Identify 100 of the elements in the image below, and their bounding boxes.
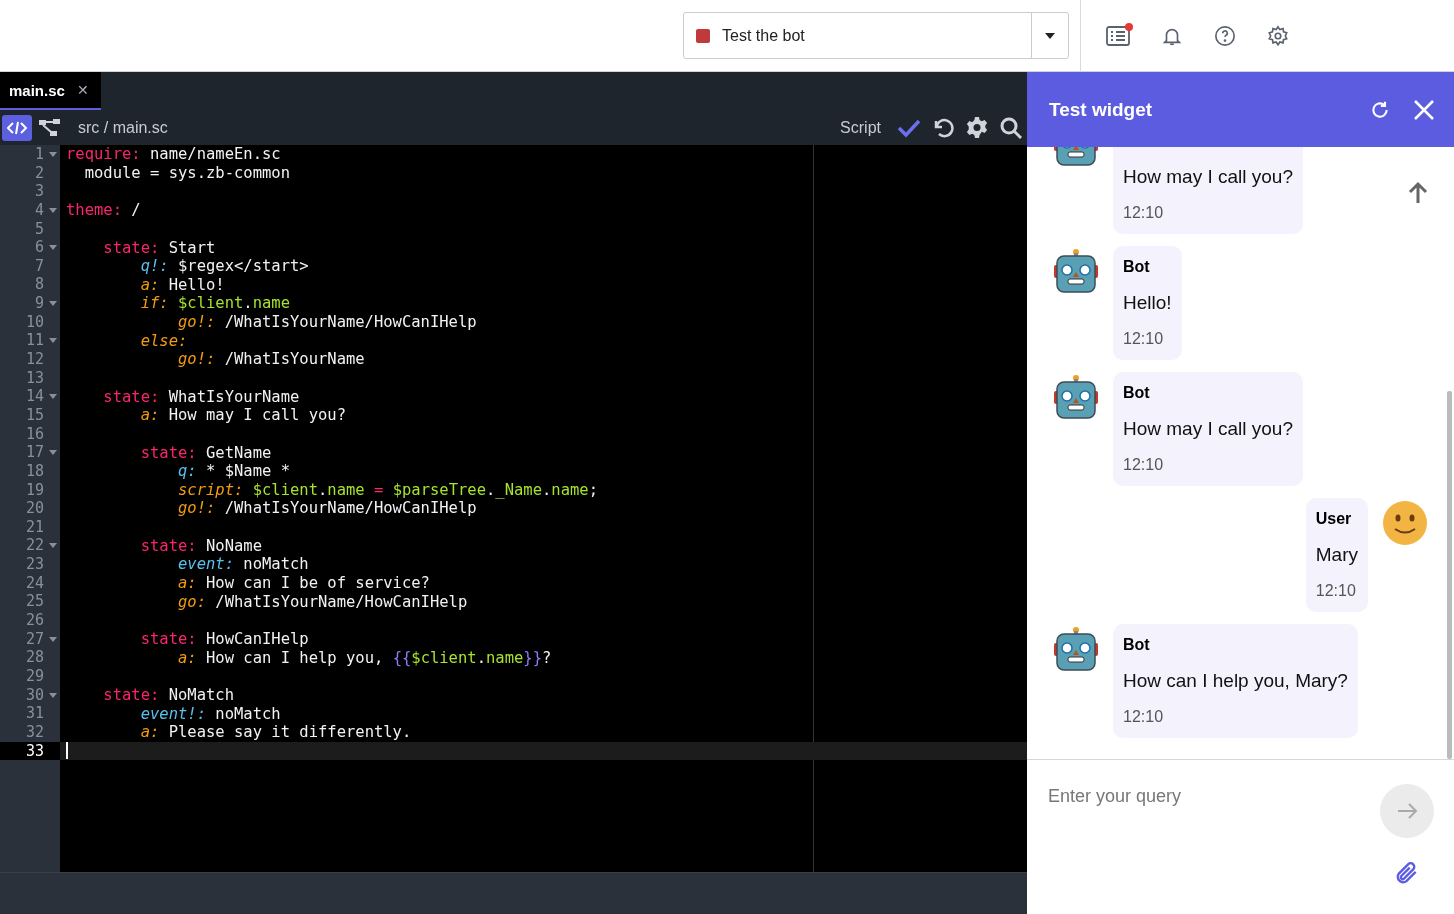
- line-number: 32: [24, 722, 45, 742]
- robot-avatar-icon: [1053, 248, 1099, 294]
- line-number: 20: [24, 499, 45, 518]
- check-icon[interactable]: [897, 117, 921, 138]
- bot-selector-label: Test the bot: [684, 26, 1031, 45]
- message-author: Bot: [1123, 258, 1151, 276]
- widget-title: Test widget: [1049, 98, 1154, 121]
- settings-icon[interactable]: [965, 115, 989, 140]
- mode-label: Script: [840, 118, 881, 137]
- code-line: module = sys.zb-common: [83, 163, 291, 183]
- close-icon[interactable]: [1412, 97, 1436, 122]
- code-view-button[interactable]: [2, 114, 32, 141]
- line-number: 9: [0, 294, 60, 313]
- code-line: a: How can I help you, {{$client.name}}?: [176, 648, 553, 667]
- code-line: script: $client.name = $parseTree._Name.name;: [176, 480, 599, 500]
- message-time: 12:10: [1123, 708, 1165, 726]
- line-number: 10: [24, 312, 45, 332]
- message-time: 12:10: [1123, 330, 1165, 348]
- line-number: 16: [24, 424, 45, 444]
- code-line: go!: /WhatIsYourName: [176, 350, 366, 369]
- code-line: q: * $Name *: [176, 461, 291, 481]
- arrow-up-icon[interactable]: [1406, 181, 1430, 205]
- line-number: 29: [24, 666, 45, 686]
- fold-icon[interactable]: [49, 245, 57, 251]
- code-line: state: NoName: [139, 536, 263, 556]
- line-number: 21: [24, 517, 45, 537]
- bot-selector[interactable]: Test the bot: [683, 12, 1069, 59]
- refresh-icon[interactable]: [1370, 99, 1390, 120]
- line-number: 24: [24, 573, 45, 593]
- message-text: How can I help you, Mary?: [1123, 670, 1348, 692]
- graph-view-icon[interactable]: [38, 117, 62, 138]
- fold-icon[interactable]: [49, 152, 57, 157]
- code-line: a: Hello!: [139, 275, 226, 295]
- line-number: 17: [0, 443, 60, 462]
- fold-icon[interactable]: [49, 301, 57, 307]
- line-number: 30: [0, 685, 60, 705]
- message-time: 12:10: [1123, 204, 1165, 222]
- fold-icon[interactable]: [49, 207, 57, 213]
- text-cursor: [66, 742, 68, 760]
- code-line: a: How may I call you?: [139, 405, 347, 425]
- line-number: 19: [24, 480, 45, 500]
- settings-icon[interactable]: [1267, 24, 1289, 47]
- robot-avatar-icon: [1053, 626, 1099, 672]
- help-icon[interactable]: [1214, 24, 1236, 47]
- code-line: state: WhatIsYourName: [102, 387, 301, 406]
- code-line: else:: [139, 331, 189, 351]
- scrollbar[interactable]: [1447, 391, 1452, 759]
- line-number: 14: [0, 387, 60, 406]
- code-line: a: How can I be of service?: [176, 573, 431, 593]
- code-line: if: $client.name: [139, 294, 291, 313]
- line-number: 4: [0, 200, 60, 220]
- code-line: require: name/nameEn.sc: [65, 145, 282, 164]
- line-number: 6: [0, 238, 60, 257]
- line-number: 1: [0, 145, 60, 164]
- code-icon: [7, 120, 27, 135]
- line-number: 2: [33, 163, 45, 183]
- fold-icon[interactable]: [49, 338, 57, 344]
- message-author: User: [1315, 510, 1353, 528]
- stop-icon: [696, 28, 710, 43]
- message-text: How may I call you?: [1123, 418, 1293, 440]
- code-line: event: noMatch: [176, 555, 310, 574]
- line-number: 8: [33, 275, 45, 295]
- code-line: event!: noMatch: [139, 704, 282, 723]
- line-number: 26: [24, 611, 45, 630]
- line-number: 18: [24, 461, 45, 481]
- line-number: 3: [33, 182, 45, 201]
- code-line: go!: /WhatIsYourName/HowCanIHelp: [176, 312, 478, 332]
- fold-icon[interactable]: [49, 636, 57, 642]
- line-number: 25: [24, 592, 45, 611]
- fold-icon[interactable]: [49, 394, 57, 400]
- fold-icon[interactable]: [49, 692, 57, 698]
- code-line: a: Please say it differently.: [139, 722, 413, 742]
- line-number: 23: [24, 555, 45, 574]
- fold-icon[interactable]: [49, 543, 57, 549]
- line-number: 5: [33, 219, 45, 239]
- line-number: 33: [0, 741, 60, 761]
- code-line: q!: $regex</start>: [139, 256, 310, 276]
- close-icon[interactable]: ✕: [76, 82, 89, 98]
- message-time: 12:10: [1315, 582, 1357, 600]
- robot-avatar-icon: [1053, 374, 1099, 420]
- line-number: 15: [24, 405, 45, 425]
- file-tab[interactable]: main.sc ✕: [0, 72, 101, 110]
- code-line: state: NoMatch: [102, 685, 235, 705]
- caret-icon: [1045, 32, 1055, 39]
- search-icon[interactable]: [999, 115, 1023, 140]
- line-number: 28: [24, 648, 45, 667]
- fold-icon[interactable]: [49, 450, 57, 456]
- line-number: 27: [0, 629, 60, 649]
- list-icon[interactable]: [1106, 25, 1130, 46]
- code-line: state: GetName: [139, 443, 273, 462]
- line-number: 7: [33, 256, 45, 276]
- code-line: state: Start: [102, 238, 217, 257]
- message-text: Hello!: [1123, 292, 1172, 314]
- smiley-avatar-icon: [1382, 500, 1428, 546]
- message-text: How may I call you?: [1123, 166, 1293, 188]
- code-line: go: /WhatIsYourName/HowCanIHelp: [176, 592, 469, 611]
- line-number: 13: [24, 368, 45, 388]
- code-line: state: HowCanIHelp: [139, 629, 310, 649]
- code-line: go!: /WhatIsYourName/HowCanIHelp: [176, 499, 478, 518]
- line-number: 11: [0, 331, 60, 351]
